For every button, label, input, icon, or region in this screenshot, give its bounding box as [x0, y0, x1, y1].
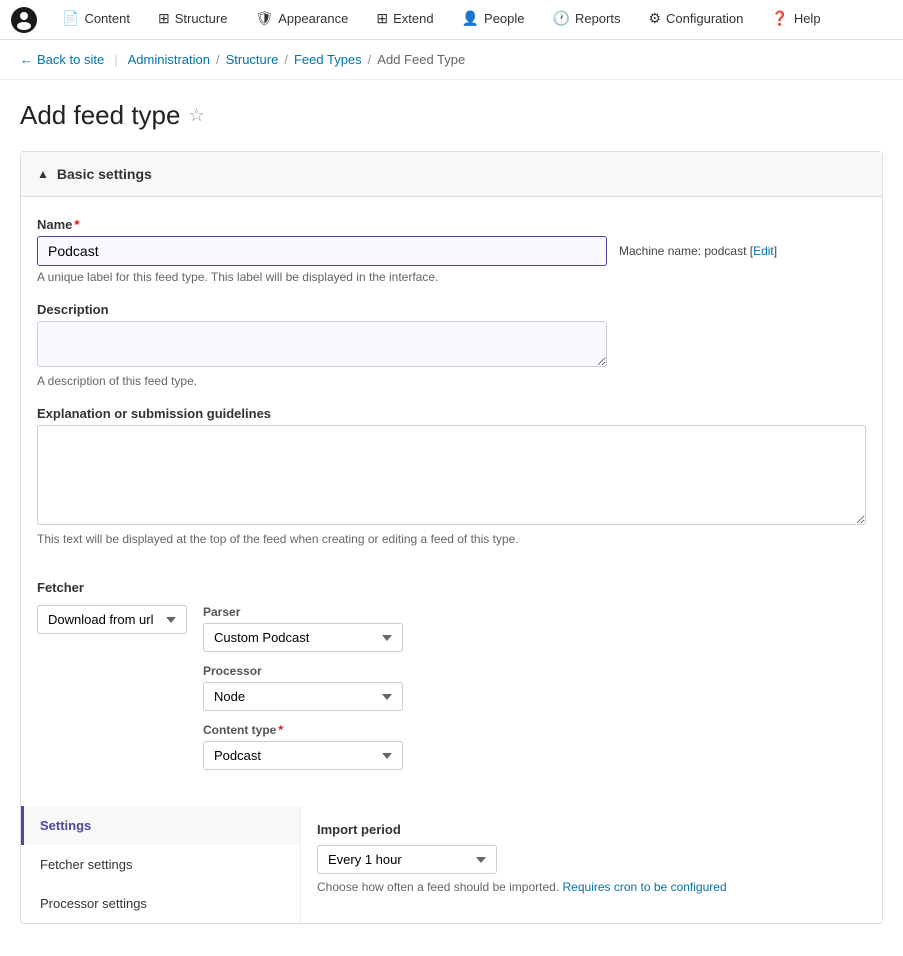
nav-people[interactable]: 👤 People	[448, 0, 539, 39]
nav-help-label: Help	[794, 11, 821, 26]
configuration-icon: ⚙	[648, 10, 661, 27]
import-period-label: Import period	[317, 822, 866, 837]
guidelines-label: Explanation or submission guidelines	[37, 406, 866, 421]
nav-structure-label: Structure	[175, 11, 228, 26]
settings-nav-processor[interactable]: Processor settings	[21, 884, 300, 923]
parser-col: Parser Custom Podcast RSS Atom	[203, 605, 403, 652]
description-input[interactable]	[37, 321, 607, 367]
nav-structure[interactable]: ⊞ Structure	[144, 0, 241, 39]
breadcrumb-structure[interactable]: Structure	[226, 52, 279, 67]
back-to-site-label: Back to site	[37, 52, 104, 67]
description-label: Description	[37, 302, 866, 317]
breadcrumb-current: Add Feed Type	[377, 52, 465, 67]
nav-people-label: People	[484, 11, 524, 26]
content-type-dropdown[interactable]: Podcast Article Page	[203, 741, 403, 770]
content-type-label: Content type*	[203, 723, 403, 737]
structure-icon: ⊞	[158, 10, 170, 27]
description-field-group: Description A description of this feed t…	[37, 302, 866, 388]
breadcrumb: ← Back to site | Administration / Struct…	[0, 40, 903, 80]
name-row: Machine name: podcast [Edit]	[37, 236, 866, 266]
parser-dropdown[interactable]: Custom Podcast RSS Atom	[203, 623, 403, 652]
guidelines-field-group: Explanation or submission guidelines Thi…	[37, 406, 866, 546]
settings-nav-fetcher[interactable]: Fetcher settings	[21, 845, 300, 884]
breadcrumb-sep-3: /	[368, 52, 372, 67]
collapse-icon: ▲	[37, 167, 49, 181]
back-to-site-link[interactable]: ← Back to site	[20, 52, 104, 67]
basic-settings-body: Name* Machine name: podcast [Edit] A uni…	[21, 197, 882, 806]
content-type-col: Content type* Podcast Article Page	[203, 723, 403, 770]
breadcrumb-sep-1: /	[216, 52, 220, 67]
people-icon: 👤	[462, 10, 479, 27]
form-card: ▲ Basic settings Name* Machine name: pod…	[20, 151, 883, 924]
nav-appearance-label: Appearance	[278, 11, 348, 26]
guidelines-help: This text will be displayed at the top o…	[37, 532, 637, 546]
description-help: A description of this feed type.	[37, 374, 866, 388]
parser-processor-group: Parser Custom Podcast RSS Atom Processor	[203, 605, 403, 770]
nav-reports[interactable]: 🕐 Reports	[539, 0, 635, 39]
nav-appearance[interactable]: 🛡 Appearance	[241, 0, 362, 39]
breadcrumb-administration[interactable]: Administration	[128, 52, 210, 67]
nav-configuration-label: Configuration	[666, 11, 743, 26]
breadcrumb-sep-2: /	[284, 52, 288, 67]
nav-reports-label: Reports	[575, 11, 621, 26]
nav-configuration[interactable]: ⚙ Configuration	[634, 0, 757, 39]
name-field-group: Name* Machine name: podcast [Edit] A uni…	[37, 217, 866, 284]
name-input[interactable]	[37, 236, 607, 266]
fetcher-label: Fetcher	[37, 580, 866, 595]
appearance-icon: 🛡	[255, 10, 273, 27]
fetcher-col: Download from url None	[37, 605, 187, 634]
nav-help[interactable]: ❓ Help	[757, 0, 834, 39]
extend-icon: ⊞	[376, 10, 388, 27]
name-required-star: *	[74, 217, 79, 232]
settings-main: Import period Every 1 hour Every 15 minu…	[301, 806, 882, 923]
processor-col: Processor Node User Term	[203, 664, 403, 711]
nav-items: 📄 Content ⊞ Structure 🛡 Appearance ⊞ Ext…	[48, 0, 835, 39]
fetcher-row: Download from url None Parser Custom Pod…	[37, 605, 866, 770]
back-arrow-icon: ←	[20, 52, 33, 67]
machine-name-edit-link[interactable]: Edit	[753, 244, 774, 258]
page-title-text: Add feed type	[20, 100, 180, 131]
help-icon: ❓	[771, 10, 788, 27]
basic-settings-label: Basic settings	[57, 166, 152, 182]
nav-content[interactable]: 📄 Content	[48, 0, 144, 39]
name-label: Name*	[37, 217, 866, 232]
fetcher-section: Fetcher Download from url None Parser	[37, 564, 866, 786]
reports-icon: 🕐	[553, 10, 570, 27]
breadcrumb-divider-1: |	[114, 52, 117, 67]
favorite-icon[interactable]: ☆	[188, 105, 204, 126]
content-icon: 📄	[62, 10, 79, 27]
basic-settings-header[interactable]: ▲ Basic settings	[21, 152, 882, 197]
processor-label: Processor	[203, 664, 403, 678]
fetcher-dropdown[interactable]: Download from url None	[37, 605, 187, 634]
nav-extend-label: Extend	[393, 11, 433, 26]
site-logo	[10, 6, 38, 34]
parser-label: Parser	[203, 605, 403, 619]
name-help: A unique label for this feed type. This …	[37, 270, 866, 284]
guidelines-input[interactable]	[37, 425, 866, 525]
page-title: Add feed type ☆	[20, 100, 883, 131]
page-content: Add feed type ☆ ▲ Basic settings Name* M…	[0, 80, 903, 944]
breadcrumb-feed-types[interactable]: Feed Types	[294, 52, 362, 67]
settings-nav-settings[interactable]: Settings	[21, 806, 300, 845]
settings-nav: Settings Fetcher settings Processor sett…	[21, 806, 301, 923]
settings-section: Settings Fetcher settings Processor sett…	[21, 806, 882, 923]
machine-name: Machine name: podcast [Edit]	[619, 244, 777, 258]
processor-dropdown[interactable]: Node User Term	[203, 682, 403, 711]
nav-content-label: Content	[84, 11, 130, 26]
top-navigation: 📄 Content ⊞ Structure 🛡 Appearance ⊞ Ext…	[0, 0, 903, 40]
cron-link[interactable]: Requires cron to be configured	[563, 880, 727, 894]
import-period-help: Choose how often a feed should be import…	[317, 880, 866, 894]
nav-extend[interactable]: ⊞ Extend	[362, 0, 447, 39]
import-period-dropdown[interactable]: Every 1 hour Every 15 minutes Every 30 m…	[317, 845, 497, 874]
